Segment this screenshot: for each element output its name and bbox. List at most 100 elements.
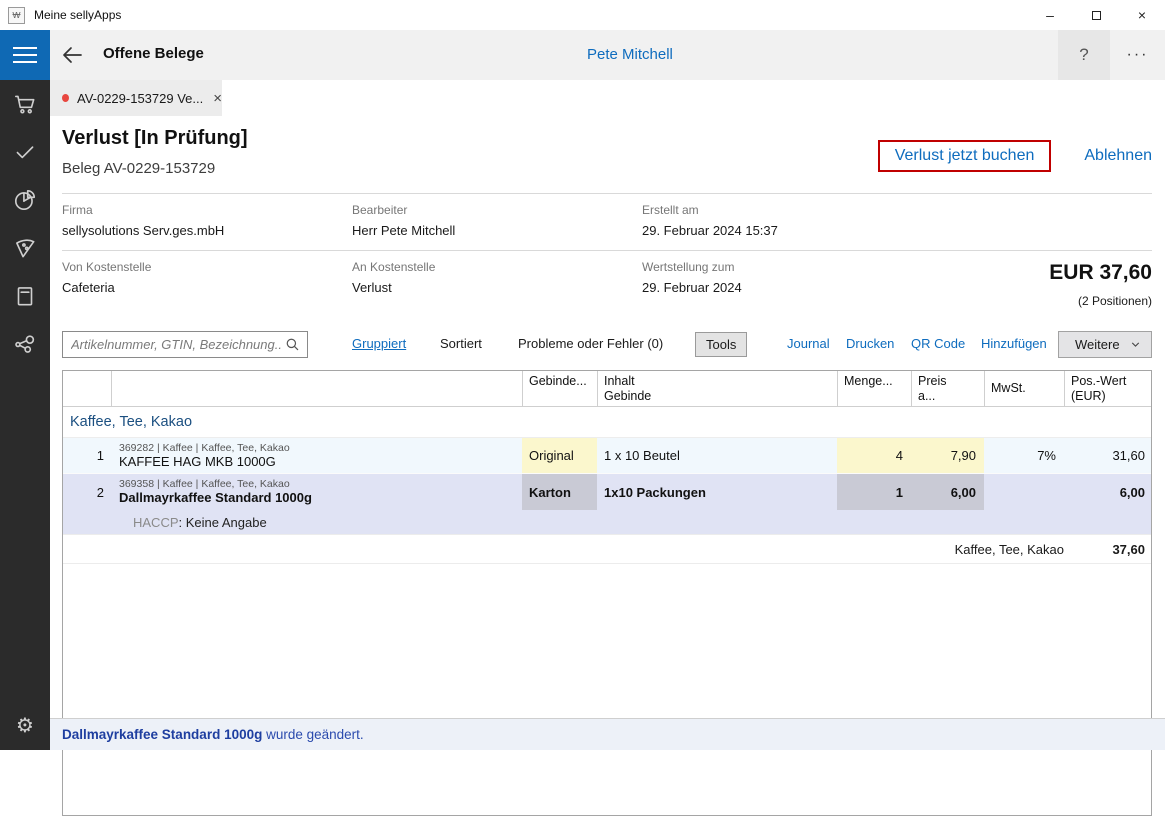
field-value: Verlust (352, 280, 622, 295)
column-header[interactable] (63, 371, 111, 406)
sidebar-item-recipes[interactable] (0, 224, 50, 272)
article-meta: 369358 | Kaffee | Kaffee, Tee, Kakao (119, 478, 290, 490)
group-label: Kaffee, Tee, Kakao (70, 414, 192, 430)
document-number: Beleg AV-0229-153729 (62, 160, 215, 177)
page-title: Offene Belege (103, 45, 204, 62)
tab-bar: AV-0229-153729 Ve... × (50, 80, 1165, 116)
sidebar-item-cart[interactable] (0, 80, 50, 128)
more-actions-dropdown[interactable]: Weitere (1058, 331, 1152, 358)
preis-cell[interactable]: 6,00 (911, 474, 984, 510)
status-bar: Dallmayrkaffee Standard 1000g wurde geän… (50, 718, 1165, 750)
gebinde-cell[interactable]: Original (522, 438, 597, 473)
sidebar-item-tasks[interactable] (0, 128, 50, 176)
column-header-menge[interactable]: Menge... (837, 371, 911, 406)
table-row-selected[interactable]: 2 369358 | Kaffee | Kaffee, Tee, Kakao D… (63, 474, 1151, 510)
status-subject: Dallmayrkaffee Standard 1000g (62, 727, 262, 742)
pie-chart-icon (12, 187, 38, 213)
total-amount: EUR 37,60 (1049, 261, 1152, 285)
grouped-toggle[interactable]: Gruppiert (352, 336, 406, 351)
field-erstellt-am: Erstellt am 29. Februar 2024 15:37 (642, 203, 912, 238)
row-number: 1 (63, 438, 111, 473)
field-wertstellung: Wertstellung zum 29. Februar 2024 (642, 260, 912, 295)
article-cell: 369358 | Kaffee | Kaffee, Tee, Kakao Dal… (111, 474, 522, 510)
wert-cell: 31,60 (1064, 438, 1151, 473)
field-label: Wertstellung zum (642, 260, 912, 274)
field-label: Erstellt am (642, 203, 912, 217)
field-value: 29. Februar 2024 15:37 (642, 223, 912, 238)
pizza-slice-icon (12, 235, 38, 261)
item-toolbar: Gruppiert Sortiert Probleme oder Fehler … (50, 331, 1165, 359)
hamburger-icon (13, 47, 37, 49)
column-header-preis[interactable]: Preisa... (911, 371, 984, 406)
haccp-label: HACCP (133, 515, 179, 530)
sidebar-item-reports[interactable] (0, 176, 50, 224)
column-header[interactable] (111, 371, 522, 406)
document-tab[interactable]: AV-0229-153729 Ve... × (50, 80, 222, 116)
divider (62, 250, 1152, 251)
close-button[interactable]: × (1119, 0, 1165, 30)
column-header-mwst[interactable]: MwSt. (984, 371, 1064, 406)
document-title: Verlust [In Prüfung] (62, 127, 248, 150)
field-value: Herr Pete Mitchell (352, 223, 622, 238)
preis-cell[interactable]: 7,90 (911, 438, 984, 473)
print-link[interactable]: Drucken (846, 336, 894, 351)
article-meta: 369282 | Kaffee | Kaffee, Tee, Kakao (119, 442, 290, 454)
column-header-wert[interactable]: Pos.-Wert(EUR) (1064, 371, 1151, 406)
more-options-button[interactable]: ··· (1110, 30, 1165, 80)
article-name: KAFFEE HAG MKB 1000G (119, 454, 276, 470)
group-header-row[interactable]: Kaffee, Tee, Kakao (63, 407, 1151, 438)
qr-code-link[interactable]: QR Code (911, 336, 965, 351)
sidebar-nav: ⚙ (0, 80, 50, 750)
window-controls: – × (1027, 0, 1165, 30)
group-subtotal-row: Kaffee, Tee, Kakao 37,60 (63, 534, 1151, 564)
menge-cell[interactable]: 1 (837, 474, 911, 510)
field-value: sellysolutions Serv.ges.mbH (62, 223, 332, 238)
mwst-cell (984, 474, 1064, 510)
table-header: Gebinde... InhaltGebinde Menge... Preisa… (63, 371, 1151, 407)
column-header-inhalt[interactable]: InhaltGebinde (597, 371, 837, 406)
field-value: Cafeteria (62, 280, 332, 295)
tab-close-icon[interactable]: × (213, 90, 222, 107)
subtotal-label: Kaffee, Tee, Kakao (955, 542, 1064, 557)
article-cell: 369282 | Kaffee | Kaffee, Tee, Kakao KAF… (111, 438, 522, 473)
book-icon (12, 283, 38, 309)
back-button[interactable] (60, 43, 86, 67)
book-loss-button[interactable]: Verlust jetzt buchen (878, 140, 1052, 172)
field-an-kostenstelle: An Kostenstelle Verlust (352, 260, 622, 295)
help-button[interactable]: ? (1058, 30, 1110, 80)
field-label: Von Kostenstelle (62, 260, 332, 274)
sidebar-item-network[interactable] (0, 320, 50, 368)
user-name-link[interactable]: Pete Mitchell (587, 46, 673, 63)
cart-icon (12, 91, 38, 117)
gebinde-cell[interactable]: Karton (522, 474, 597, 510)
add-item-link[interactable]: Hinzufügen (981, 336, 1047, 351)
minimize-button[interactable]: – (1027, 0, 1073, 30)
tools-button[interactable]: Tools (695, 332, 747, 357)
table-row[interactable]: 1 369282 | Kaffee | Kaffee, Tee, Kakao K… (63, 438, 1151, 474)
subtotal-value: 37,60 (1064, 542, 1151, 557)
settings-button[interactable]: ⚙ (0, 702, 50, 748)
row-number: 2 (63, 474, 111, 510)
article-search[interactable] (62, 331, 308, 358)
hamburger-menu-button[interactable] (0, 30, 50, 80)
position-count: (2 Positionen) (1078, 294, 1152, 308)
problems-toggle[interactable]: Probleme oder Fehler (0) (518, 336, 663, 351)
mwst-cell: 7% (984, 438, 1064, 473)
sidebar-item-journal[interactable] (0, 272, 50, 320)
search-input[interactable] (63, 332, 285, 357)
column-header-gebinde[interactable]: Gebinde... (522, 371, 597, 406)
menge-cell[interactable]: 4 (837, 438, 911, 473)
journal-link[interactable]: Journal (787, 336, 830, 351)
field-firma: Firma sellysolutions Serv.ges.mbH (62, 203, 332, 238)
app-logo-icon: w (8, 7, 25, 24)
document-actions: Verlust jetzt buchen Ablehnen (878, 140, 1152, 172)
share-network-icon (12, 331, 38, 357)
field-bearbeiter: Bearbeiter Herr Pete Mitchell (352, 203, 622, 238)
maximize-icon (1092, 11, 1101, 20)
maximize-button[interactable] (1073, 0, 1119, 30)
window-title: Meine sellyApps (34, 8, 121, 22)
document-view: Verlust [In Prüfung] Beleg AV-0229-15372… (50, 116, 1165, 718)
reject-button[interactable]: Ablehnen (1084, 147, 1152, 165)
sorted-toggle[interactable]: Sortiert (440, 336, 482, 351)
unsaved-changes-dot-icon (62, 94, 69, 102)
